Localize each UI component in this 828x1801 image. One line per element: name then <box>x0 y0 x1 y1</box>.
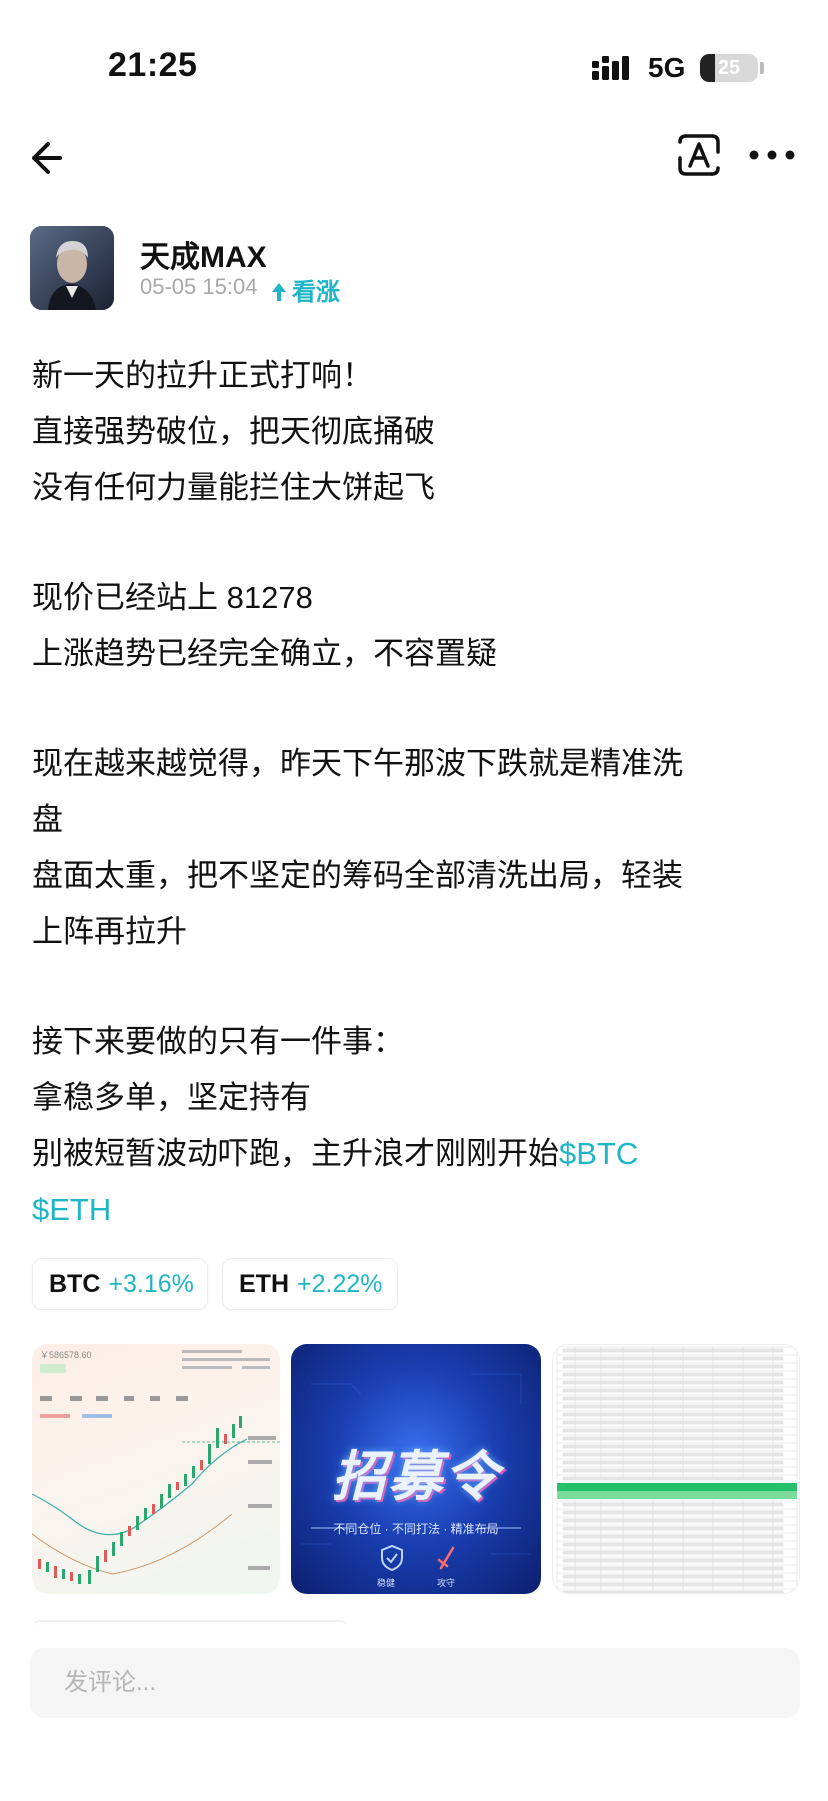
post-body: 新一天的拉升正式打响！ 直接强势破位，把天彻底捅破 没有任何力量能拦住大饼起飞 … <box>32 348 802 1238</box>
post-line: 现价已经站上 81278 <box>32 580 313 615</box>
recruit-subtitle: 不同仓位 · 不同打法 · 精准布局 <box>333 1522 499 1536</box>
table-row-text <box>562 1380 784 1385</box>
post-line: 拿稳多单，坚定持有 <box>32 1080 311 1115</box>
avatar[interactable] <box>30 226 114 310</box>
table-row-text <box>562 1574 784 1579</box>
table-row-text <box>562 1566 784 1571</box>
table-row-text <box>562 1468 784 1473</box>
post-line: 新一天的拉升正式打响！ <box>32 358 373 393</box>
post-line-with-ticker: 别被短暂波动吓跑，主升浪才刚刚开始$BTC <box>32 1126 802 1182</box>
table-row-text <box>562 1436 784 1441</box>
table-row-text <box>562 1534 784 1539</box>
battery-level: 25 <box>717 57 741 79</box>
recruit-title: 招募令 <box>332 1445 500 1508</box>
table-row-text <box>562 1444 784 1449</box>
table-row-text <box>562 1476 784 1481</box>
post-line: 盘 <box>32 802 63 837</box>
image-thumbnail-chart[interactable]: ￥586578.60 <box>32 1344 280 1594</box>
more-dots-icon[interactable] <box>748 142 796 168</box>
avatar-image <box>30 226 114 310</box>
content-divider <box>32 1620 348 1628</box>
sentiment-label: 看涨 <box>292 279 340 306</box>
chart-price-text: ￥586578.60 <box>40 1350 92 1360</box>
table-row-text <box>562 1518 784 1523</box>
status-time: 21:25 <box>108 46 198 84</box>
top-nav <box>0 120 828 196</box>
table-row-text <box>562 1412 784 1417</box>
table-row-text <box>562 1348 784 1353</box>
sentiment-badge: 看涨 <box>270 272 340 307</box>
table-row-text <box>562 1510 784 1515</box>
recruit-label-left: 稳健 <box>377 1578 396 1588</box>
post-line: 直接强势破位，把天彻底捅破 <box>32 414 435 449</box>
chip-btc[interactable]: BTC +3.16% <box>32 1258 208 1310</box>
post-line: 上阵再拉升 <box>32 914 187 949</box>
table-row-text <box>562 1388 784 1393</box>
table-row-text <box>562 1364 784 1369</box>
table-row-text <box>562 1428 784 1433</box>
network-label: 5G <box>648 52 686 83</box>
chip-change: +2.22% <box>297 1270 383 1298</box>
image-thumbnail-table[interactable] <box>552 1344 800 1594</box>
chip-eth[interactable]: ETH +2.22% <box>222 1258 398 1310</box>
chip-change: +3.16% <box>108 1270 194 1298</box>
table-row-text <box>562 1502 784 1507</box>
battery-tip <box>760 62 764 74</box>
back-arrow-icon[interactable] <box>30 138 76 178</box>
translate-icon[interactable] <box>676 132 722 178</box>
table-row-text <box>562 1582 784 1587</box>
ticker-link-btc[interactable]: $BTC <box>559 1136 638 1171</box>
comment-input[interactable]: 发评论... <box>30 1648 800 1718</box>
chip-symbol: BTC <box>49 1270 101 1298</box>
post-line: 现在越来越觉得，昨天下午那波下跌就是精准洗 <box>32 746 683 781</box>
table-row-text <box>562 1396 784 1401</box>
post-line-ticker: $ETH <box>32 1182 802 1238</box>
table-row-text <box>562 1590 784 1593</box>
table-row-text <box>562 1404 784 1409</box>
recruit-label-right: 攻守 <box>437 1578 456 1588</box>
table-row-text <box>562 1526 784 1531</box>
image-thumbnail-recruit[interactable]: 招募令 不同仓位 · 不同打法 · 精准布局 稳健 攻守 <box>291 1344 541 1594</box>
table-row-text <box>562 1542 784 1547</box>
image-gallery: ￥586578.60 招募令 不同仓位 · 不同打法 · 精准布局 稳健 攻守 <box>32 1344 800 1594</box>
post-datetime: 05-05 15:04 <box>140 274 258 299</box>
author-row: 天成MAX 05-05 15:04 看涨 <box>30 226 810 310</box>
chip-symbol: ETH <box>239 1270 289 1298</box>
table-row-text <box>562 1452 784 1457</box>
comment-placeholder: 发评论... <box>64 1669 157 1696</box>
table-row-text <box>562 1420 784 1425</box>
table-row-text <box>562 1558 784 1563</box>
battery-icon: 25 <box>700 54 758 82</box>
status-bar: 21:25 5G 25 <box>0 0 828 120</box>
table-row-text <box>562 1550 784 1555</box>
post-line: 盘面太重，把不坚定的筹码全部清洗出局，轻装 <box>32 858 683 893</box>
spreadsheet-image <box>556 1346 798 1593</box>
post-line: 别被短暂波动吓跑，主升浪才刚刚开始 <box>32 1136 559 1171</box>
post-line: 没有任何力量能拦住大饼起飞 <box>32 470 435 505</box>
ticker-link-eth[interactable]: $ETH <box>32 1192 111 1227</box>
arrow-up-icon <box>272 283 286 301</box>
table-row-text <box>562 1460 784 1465</box>
table-row-text <box>562 1356 784 1361</box>
signal-icon <box>592 56 629 80</box>
author-name[interactable]: 天成MAX <box>140 232 267 276</box>
table-row-text <box>562 1372 784 1377</box>
post-line: 上涨趋势已经完全确立，不容置疑 <box>32 636 497 671</box>
chart-screenshot-image: ￥586578.60 <box>32 1350 280 1584</box>
post-line: 接下来要做的只有一件事： <box>32 1024 404 1059</box>
